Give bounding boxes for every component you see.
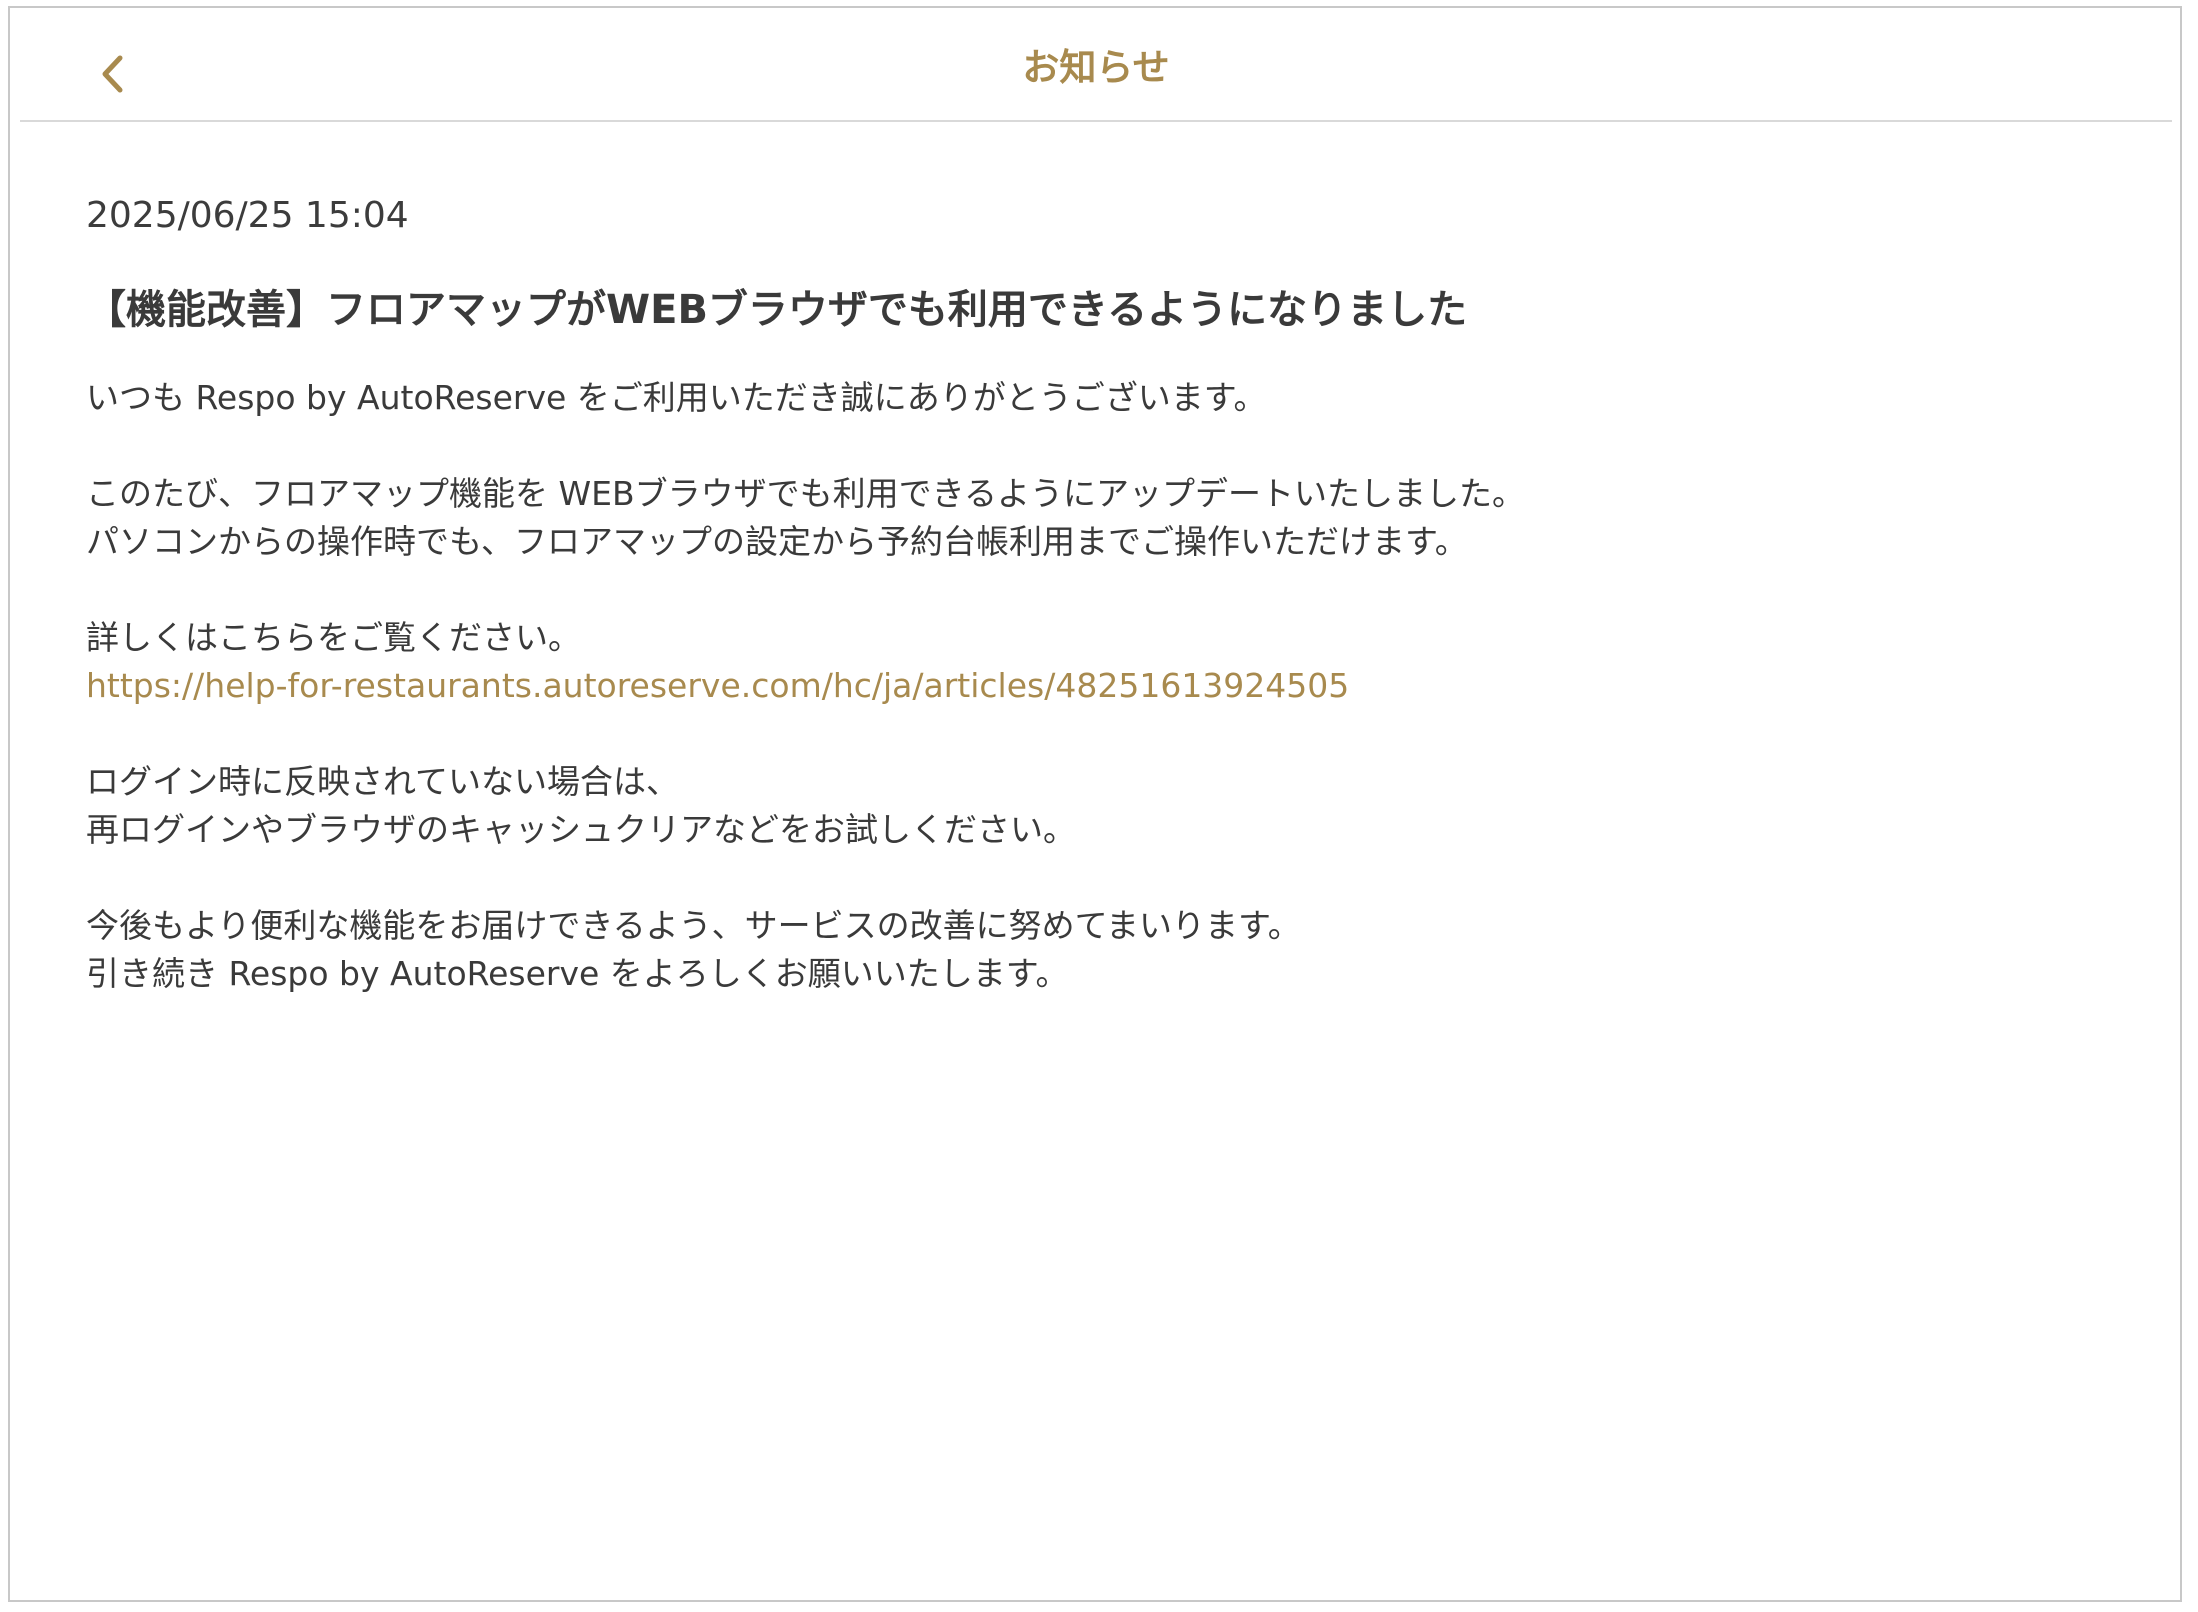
- announcement-paragraph: このたび、フロアマップ機能を WEBブラウザでも利用できるようにアップデートいた…: [86, 470, 2086, 566]
- login-line-2: 再ログインやブラウザのキャッシュクリアなどをお試しください。: [86, 810, 1076, 849]
- back-button[interactable]: [82, 44, 142, 104]
- chevron-left-icon: [98, 52, 126, 96]
- announcement-line-2: パソコンからの操作時でも、フロアマップの設定から予約台帳利用までご操作いただけま…: [86, 522, 1468, 561]
- notice-title: 【機能改善】フロアマップがWEBブラウザでも利用できるようになりました: [86, 287, 1468, 333]
- notice-content: 2025/06/25 15:04 【機能改善】フロアマップがWEBブラウザでも利…: [86, 190, 2086, 1046]
- notice-date: 2025/06/25 15:04: [86, 195, 409, 236]
- login-paragraph: ログイン時に反映されていない場合は、 再ログインやブラウザのキャッシュクリアなど…: [86, 758, 2086, 854]
- closing-line-2: 引き続き Respo by AutoReserve をよろしくお願いいたします。: [86, 954, 1069, 993]
- header-bar: お知らせ: [20, 8, 2172, 122]
- details-link[interactable]: https://help-for-restaurants.autoreserve…: [86, 662, 1349, 710]
- login-line-1: ログイン時に反映されていない場合は、: [86, 762, 680, 801]
- details-paragraph: 詳しくはこちらをご覧ください。 https://help-for-restaur…: [86, 614, 2086, 710]
- closing-line-1: 今後もより便利な機能をお届けできるよう、サービスの改善に努めてまいります。: [86, 906, 1301, 945]
- closing-paragraph: 今後もより便利な機能をお届けできるよう、サービスの改善に努めてまいります。 引き…: [86, 902, 2086, 998]
- page-title: お知らせ: [1022, 46, 1170, 89]
- announcement-line-1: このたび、フロアマップ機能を WEBブラウザでも利用できるようにアップデートいた…: [86, 474, 1525, 513]
- greeting-text: いつも Respo by AutoReserve をご利用いただき誠にありがとう…: [86, 378, 1267, 417]
- notice-window: お知らせ 2025/06/25 15:04 【機能改善】フロアマップがWEBブラ…: [8, 6, 2182, 1602]
- greeting-paragraph: いつも Respo by AutoReserve をご利用いただき誠にありがとう…: [86, 374, 2086, 422]
- details-text: 詳しくはこちらをご覧ください。: [86, 618, 581, 657]
